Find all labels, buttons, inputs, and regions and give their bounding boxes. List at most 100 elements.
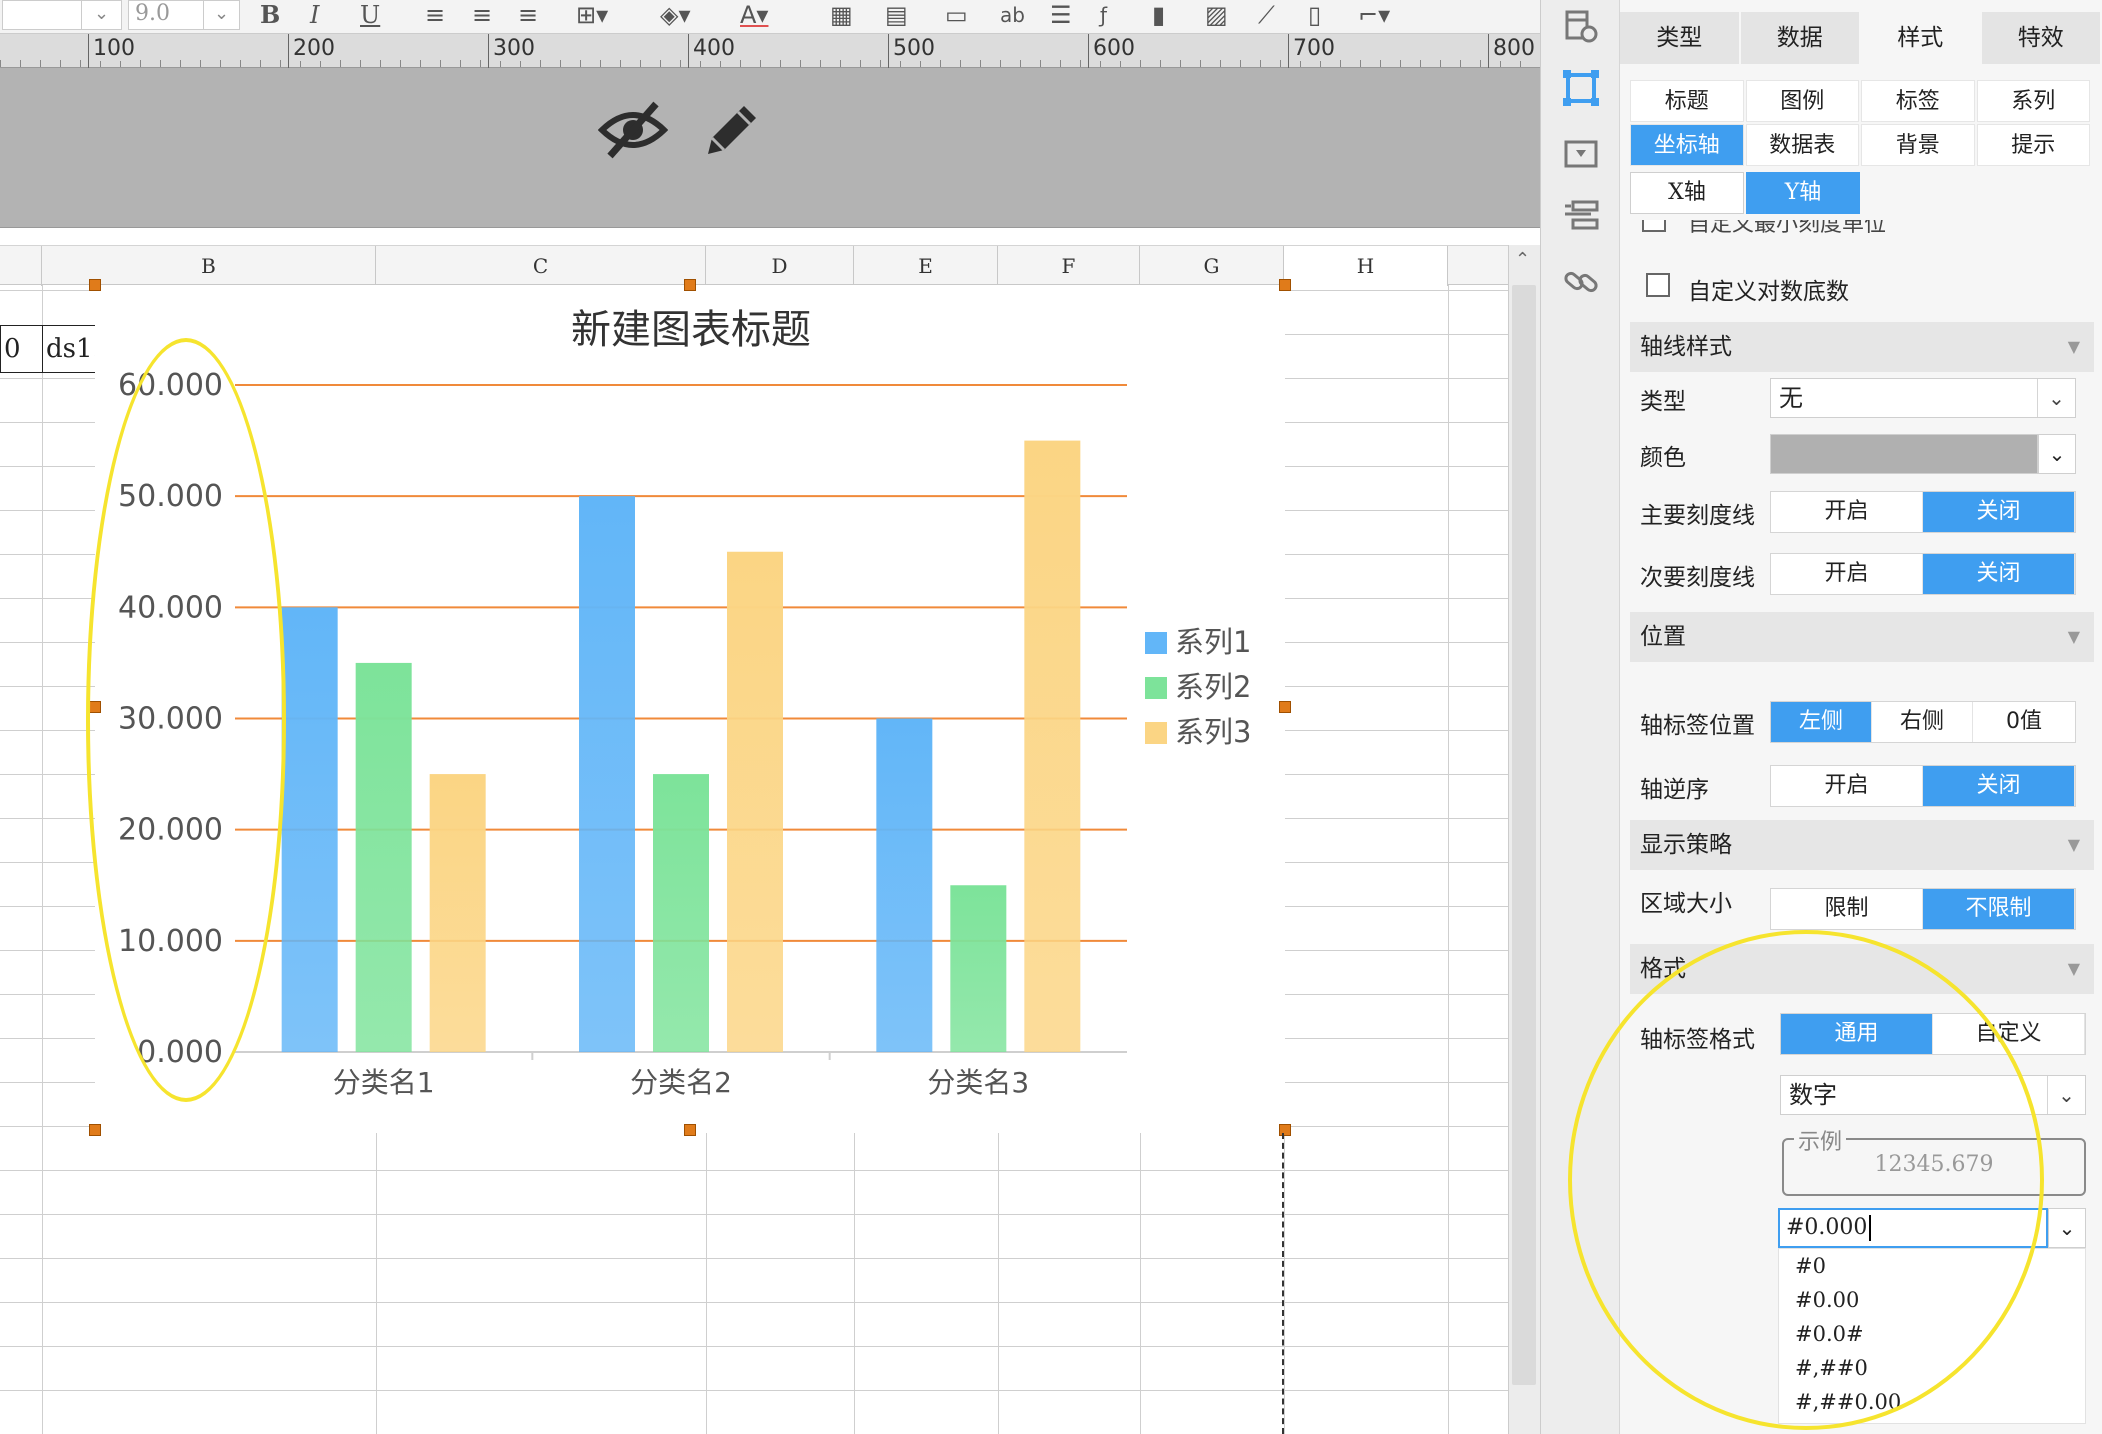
format-option[interactable]: #,##0 [1779, 1351, 2085, 1385]
subtab-datatable[interactable]: 数据表 [1745, 124, 1859, 166]
reverse-axis-off[interactable]: 关闭 [1923, 766, 2075, 806]
resize-handle[interactable] [1279, 701, 1291, 713]
resize-handle[interactable] [1279, 279, 1291, 291]
frame-icon[interactable]: ⌐▾ [1358, 0, 1390, 30]
minor-tick-off[interactable]: 关闭 [1923, 554, 2075, 594]
image-icon[interactable]: ▨ [1205, 0, 1228, 30]
text-icon[interactable]: ab [1000, 0, 1025, 30]
label-position-right[interactable]: 右侧 [1872, 702, 1973, 742]
column-header-g[interactable]: G [1140, 246, 1284, 286]
section-display-strategy[interactable]: 显示策略 ▼ [1630, 820, 2094, 870]
subtab-label[interactable]: 标签 [1861, 80, 1975, 122]
tab-x-axis[interactable]: X轴 [1630, 172, 1744, 214]
tab-type[interactable]: 类型 [1620, 12, 1741, 64]
checkbox[interactable] [1642, 220, 1666, 232]
format-pattern-input[interactable]: #0.000 [1778, 1208, 2048, 1248]
reverse-axis-on[interactable]: 开启 [1771, 766, 1923, 806]
resize-handle[interactable] [89, 1124, 101, 1136]
font-size-value: 9.0 [135, 1, 170, 26]
widget-icon[interactable] [1561, 134, 1601, 174]
bar-chart[interactable]: 新建图表标题 0.000 10.000 20.000 30.000 40.000 50.00… [95, 285, 1285, 1133]
merge-cells-icon[interactable]: ▦ [830, 0, 853, 30]
slash-icon[interactable]: ⟋ [1258, 0, 1275, 30]
major-tick-off[interactable]: 关闭 [1923, 492, 2075, 532]
log-base-checkbox[interactable] [1646, 273, 1670, 297]
column-header-a[interactable] [0, 246, 42, 286]
formula-icon[interactable]: ƒ [1100, 0, 1107, 30]
align-left-icon[interactable]: ≡ [425, 0, 445, 30]
major-tick-on[interactable]: 开启 [1771, 492, 1923, 532]
link-icon[interactable] [1561, 262, 1601, 302]
subtab-background[interactable]: 背景 [1861, 124, 1975, 166]
axis-color-swatch[interactable] [1770, 434, 2038, 474]
bar-chart-icon[interactable]: ▮ [1152, 0, 1165, 30]
section-axis-style[interactable]: 轴线样式 ▼ [1630, 322, 2094, 372]
chevron-up-icon[interactable]: ⌃ [1515, 249, 1530, 270]
section-format[interactable]: 格式 ▼ [1630, 944, 2094, 994]
italic-icon[interactable]: I [310, 0, 319, 30]
subtab-legend[interactable]: 图例 [1745, 80, 1859, 122]
column-header-e[interactable]: E [854, 246, 998, 286]
subtab-tooltip[interactable]: 提示 [1976, 124, 2090, 166]
fill-color-icon[interactable]: ◈▾ [660, 0, 691, 30]
label-format-general[interactable]: 通用 [1781, 1014, 1933, 1054]
area-size-unlimited[interactable]: 不限制 [1923, 889, 2075, 929]
legend-swatch [1145, 677, 1167, 699]
number-type-select[interactable]: 数字 ⌄ [1780, 1075, 2086, 1115]
layout-icon[interactable] [1561, 196, 1601, 236]
axis-type-select[interactable]: 无 ⌄ [1770, 378, 2076, 418]
format-option[interactable]: #,##0.00 [1779, 1385, 2085, 1419]
label-format-toggle: 通用 自定义 [1780, 1013, 2086, 1055]
chart-properties-icon[interactable] [1561, 68, 1601, 108]
align-right-icon[interactable]: ≡ [518, 0, 538, 30]
bold-icon[interactable]: B [260, 0, 280, 30]
cell-fragment[interactable]: 0 [0, 325, 43, 373]
document-icon[interactable]: ▯ [1308, 0, 1321, 30]
tab-style[interactable]: 样式 [1861, 12, 1982, 64]
tab-effects[interactable]: 特效 [1981, 12, 2102, 64]
resize-handle[interactable] [89, 279, 101, 291]
column-header-c[interactable]: C [376, 246, 706, 286]
format-option[interactable]: #0.0# [1779, 1317, 2085, 1351]
tab-data[interactable]: 数据 [1740, 12, 1861, 64]
resize-handle[interactable] [1279, 1124, 1291, 1136]
minor-tick-on[interactable]: 开启 [1771, 554, 1923, 594]
subtab-axis[interactable]: 坐标轴 [1630, 124, 1744, 166]
page-break-line [1282, 1133, 1284, 1434]
subtab-title[interactable]: 标题 [1630, 80, 1744, 122]
text-field-icon[interactable]: ▭ [945, 0, 968, 30]
pencil-icon[interactable] [700, 98, 764, 162]
hide-eye-icon[interactable] [598, 98, 668, 162]
cell-properties-icon[interactable] [1561, 6, 1601, 46]
column-header-h[interactable]: H [1284, 246, 1448, 286]
font-size-select[interactable]: 9.0 ⌄ [128, 0, 240, 30]
resize-handle[interactable] [89, 701, 101, 713]
format-option[interactable]: #0.00 [1779, 1283, 2085, 1317]
bar [355, 662, 412, 1052]
section-position[interactable]: 位置 ▼ [1630, 612, 2094, 662]
color-dropdown-button[interactable]: ⌄ [2038, 434, 2076, 474]
paragraph-icon[interactable]: ☰ [1050, 0, 1072, 30]
font-family-select[interactable]: ⌄ [2, 0, 122, 30]
area-size-limit[interactable]: 限制 [1771, 889, 1923, 929]
resize-handle[interactable] [684, 1124, 696, 1136]
resize-handle[interactable] [684, 279, 696, 291]
underline-icon[interactable]: U [360, 0, 380, 30]
label-format-custom[interactable]: 自定义 [1933, 1014, 2085, 1054]
column-header-f[interactable]: F [998, 246, 1140, 286]
table-icon[interactable]: ▤ [885, 0, 908, 30]
font-color-icon[interactable]: A▾ [740, 0, 768, 30]
label-position-zero[interactable]: 0值 [1973, 702, 2075, 742]
cell-ds1[interactable]: ds1. [42, 325, 98, 373]
chevron-down-icon: ⌄ [81, 1, 121, 29]
tab-y-axis[interactable]: Y轴 [1746, 172, 1860, 214]
format-option[interactable]: #0 [1779, 1249, 2085, 1283]
column-header-d[interactable]: D [706, 246, 854, 286]
border-icon[interactable]: ⊞▾ [576, 0, 608, 30]
label-position-left[interactable]: 左侧 [1771, 702, 1872, 742]
align-center-icon[interactable]: ≡ [472, 0, 492, 30]
scrollbar-thumb[interactable] [1512, 285, 1536, 1385]
format-dropdown-button[interactable]: ⌄ [2048, 1208, 2086, 1248]
subtab-series[interactable]: 系列 [1976, 80, 2090, 122]
major-tick-label: 主要刻度线 [1640, 503, 1755, 529]
